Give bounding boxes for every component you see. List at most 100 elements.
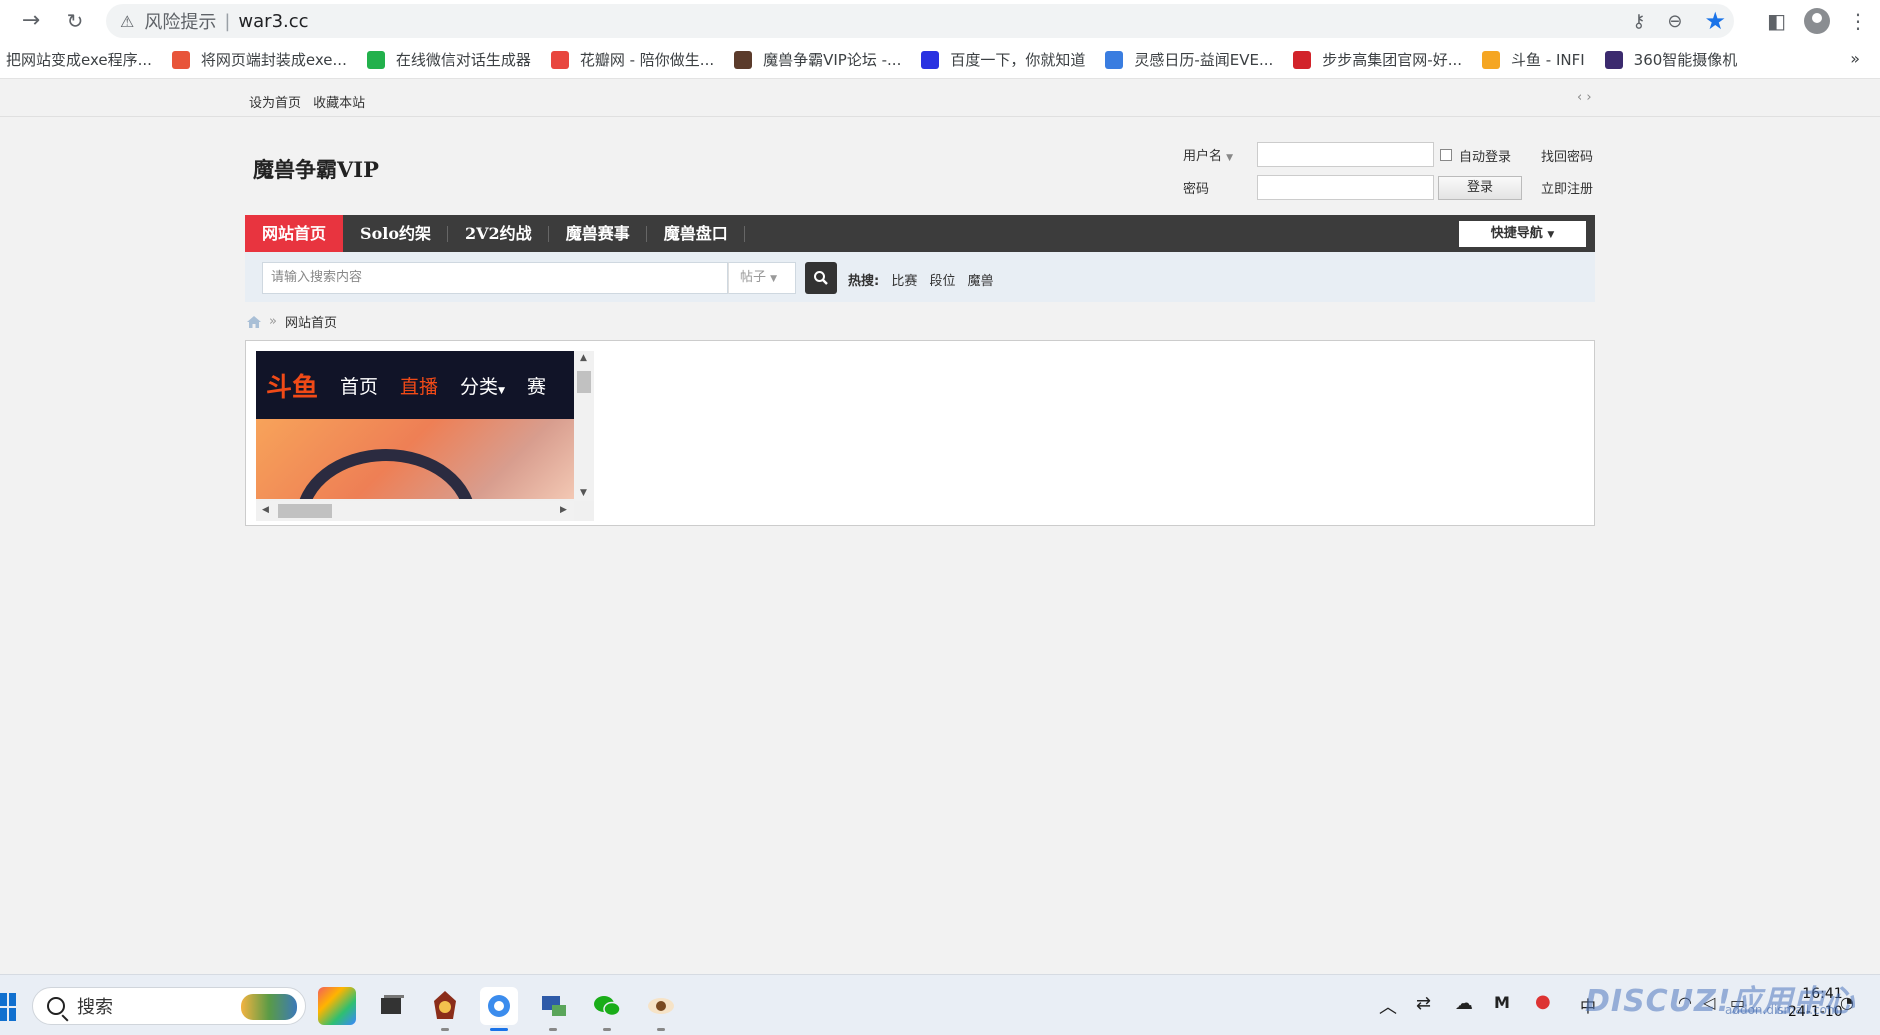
top-strip: 设为首页 收藏本站 ‹ › (0, 80, 1880, 117)
taskbar-search[interactable]: 搜索 (32, 987, 306, 1025)
set-home-link[interactable]: 设为首页 (249, 96, 301, 111)
auto-login-checkbox[interactable] (1440, 149, 1452, 161)
reload-icon[interactable]: ↻ (58, 4, 92, 38)
bookmark-label: 将网页端封装成exe... (200, 51, 347, 69)
auto-login-label[interactable]: 自动登录 (1459, 146, 1511, 165)
warcraft-app-icon[interactable] (426, 987, 464, 1031)
embed-banner-image[interactable] (256, 419, 574, 499)
wechat-app-icon[interactable] (588, 987, 626, 1031)
task-view-icon[interactable] (372, 987, 410, 1025)
password-label: 密码 (1183, 182, 1210, 197)
width-toggle-icon[interactable]: ‹ › (1577, 90, 1592, 105)
nav-item-betting[interactable]: 魔兽盘口 (647, 215, 745, 252)
bookmark-item[interactable]: 灵感日历-益闻EVE... (1105, 49, 1273, 70)
search-button[interactable] (805, 262, 837, 294)
home-icon[interactable] (247, 315, 261, 328)
hot-search-item[interactable]: 段位 (930, 274, 956, 289)
bookmark-item[interactable]: 花瓣网 - 陪你做生... (550, 49, 715, 70)
url-text[interactable]: war3.cc (238, 11, 308, 32)
watermark-url: addon.dismall.com (1725, 1003, 1839, 1017)
register-link[interactable]: 立即注册 (1541, 178, 1593, 197)
password-input[interactable] (1257, 175, 1434, 200)
content-box: 斗鱼 首页 直播 分类▼ 赛 ▲ ▼ ◀ ▶ (245, 340, 1595, 526)
bookmark-site-link[interactable]: 收藏本站 (313, 96, 365, 111)
embed-nav-category[interactable]: 分类▼ (460, 372, 505, 399)
warning-icon: ⚠ (120, 11, 135, 31)
tray-m-icon[interactable]: M (1494, 993, 1510, 1012)
hot-search: 热搜: 比赛 段位 魔兽 (848, 270, 1002, 289)
bookmark-favicon-icon (1105, 50, 1124, 69)
username-label[interactable]: 用户名 ▼ (1183, 145, 1233, 164)
remote-desktop-icon[interactable] (534, 987, 572, 1031)
vertical-scrollbar[interactable]: ▲ ▼ (574, 351, 594, 501)
horizontal-scrollbar[interactable]: ◀ ▶ (256, 501, 574, 521)
forward-icon[interactable]: → (14, 4, 48, 38)
bookmark-item[interactable]: 百度一下，你就知道 (921, 49, 1085, 70)
tray-chevron-icon[interactable]: ︿ (1379, 993, 1397, 1019)
bookmark-label: 灵感日历-益闻EVE... (1134, 51, 1274, 69)
bookmark-item[interactable]: 将网页端封装成exe... (171, 49, 347, 70)
embed-header: 斗鱼 首页 直播 分类▼ 赛 (256, 351, 574, 419)
browser-toolbar: → ↻ ⚠ 风险提示 | war3.cc ⚷ ⊖ ★ ◧ ⋮ (0, 0, 1880, 41)
scroll-right-icon[interactable]: ▶ (560, 505, 567, 515)
scroll-thumb[interactable] (577, 371, 591, 393)
login-button[interactable]: 登录 (1438, 176, 1522, 200)
cloud-offline-icon[interactable]: ☁ (1455, 993, 1473, 1014)
bookmark-item[interactable]: 360智能摄像机 (1604, 49, 1737, 70)
hot-search-label: 热搜: (848, 274, 880, 289)
tray-switch-icon[interactable]: ⇄ (1416, 993, 1431, 1014)
site-logo[interactable]: 魔兽争霸VIP (253, 154, 379, 184)
web-page: 设为首页 收藏本站 ‹ › 魔兽争霸VIP 用户名 ▼ 自动登录 找回密码 密码… (0, 80, 1880, 974)
embedded-frame[interactable]: 斗鱼 首页 直播 分类▼ 赛 ▲ ▼ ◀ ▶ (256, 351, 594, 521)
bookmark-label: 百度一下，你就知道 (950, 51, 1086, 69)
bookmark-star-icon[interactable]: ★ (1704, 7, 1726, 35)
bookmarks-more-icon[interactable]: » (1850, 49, 1860, 68)
taskbar-search-label: 搜索 (77, 997, 113, 1018)
nav-item-solo[interactable]: Solo约架 (343, 215, 448, 252)
bookmark-label: 花瓣网 - 陪你做生... (579, 51, 715, 69)
profile-avatar[interactable] (1804, 8, 1830, 34)
scroll-thumb[interactable] (278, 504, 332, 518)
quick-nav-button[interactable]: 快捷导航 ▼ (1459, 221, 1586, 247)
key-icon[interactable]: ⚷ (1632, 11, 1645, 32)
bookmark-item[interactable]: 斗鱼 - INFI (1482, 49, 1585, 70)
eye-app-icon[interactable] (642, 987, 680, 1031)
scroll-up-icon[interactable]: ▲ (580, 353, 587, 363)
bookmark-favicon-icon (171, 50, 190, 69)
nav-item-events[interactable]: 魔兽赛事 (549, 215, 647, 252)
bookmark-item[interactable]: 步步高集团官网-好... (1293, 49, 1462, 70)
bookmark-item[interactable]: 魔兽争霸VIP论坛 -... (734, 49, 901, 70)
bookmark-item[interactable]: 在线微信对话生成器 (366, 49, 531, 70)
risk-label: 风险提示 (144, 12, 217, 33)
search-icon (814, 271, 828, 285)
start-icon[interactable] (0, 993, 16, 1021)
nav-item-2v2[interactable]: 2V2约战 (448, 215, 549, 252)
hot-search-item[interactable]: 比赛 (891, 274, 917, 289)
address-bar[interactable]: ⚠ 风险提示 | war3.cc ⚷ ⊖ ★ (106, 4, 1734, 38)
bookmark-item[interactable]: 把网站变成exe程序... (6, 49, 152, 70)
embed-nav-home[interactable]: 首页 (340, 372, 378, 399)
side-panel-icon[interactable]: ◧ (1767, 9, 1786, 33)
breadcrumb: » 网站首页 (247, 312, 337, 331)
address-separator: | (224, 10, 231, 32)
scroll-down-icon[interactable]: ▼ (580, 488, 587, 498)
scroll-left-icon[interactable]: ◀ (262, 505, 269, 515)
embed-nav-live[interactable]: 直播 (400, 372, 438, 399)
zoom-icon[interactable]: ⊖ (1667, 11, 1682, 32)
douyu-logo[interactable]: 斗鱼 (266, 367, 318, 404)
search-input[interactable]: 请输入搜索内容 (262, 262, 728, 294)
menu-icon[interactable]: ⋮ (1848, 9, 1868, 33)
bookmark-favicon-icon (550, 50, 569, 69)
nav-item-home[interactable]: 网站首页 (245, 215, 344, 252)
browser-app-icon[interactable] (480, 987, 518, 1031)
bookmarks-bar: 把网站变成exe程序... 将网页端封装成exe... 在线微信对话生成器 花瓣网 -… (0, 41, 1880, 79)
copilot-app-icon[interactable] (318, 987, 356, 1025)
forgot-password-link[interactable]: 找回密码 (1541, 146, 1593, 165)
username-input[interactable] (1257, 142, 1434, 167)
hot-search-item[interactable]: 魔兽 (968, 274, 994, 289)
search-icon (47, 997, 65, 1015)
search-type-select[interactable]: 帖子 ▼ (728, 262, 796, 294)
qq-tray-icon[interactable]: ● (1535, 991, 1551, 1012)
embed-nav-events[interactable]: 赛 (527, 372, 546, 399)
breadcrumb-current[interactable]: 网站首页 (285, 312, 337, 331)
